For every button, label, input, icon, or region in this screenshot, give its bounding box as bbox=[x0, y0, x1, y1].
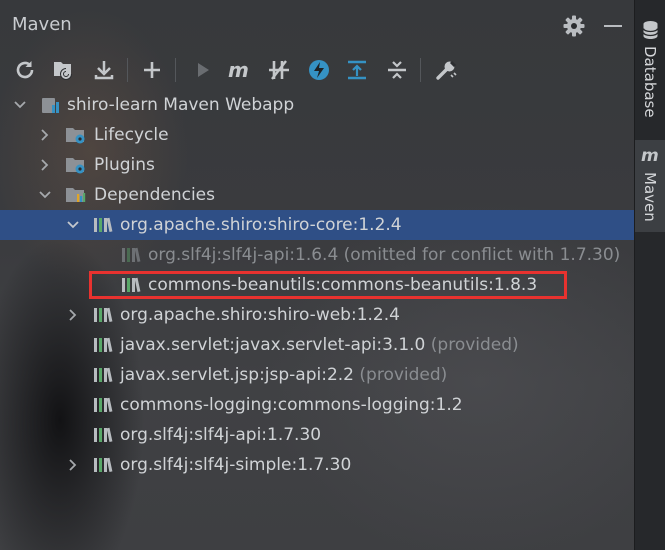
tree-node-label: org.apache.shiro:shiro-web:1.2.4 bbox=[120, 305, 400, 325]
database-icon bbox=[642, 21, 659, 39]
tree-node-label: org.slf4j:slf4j-simple:1.7.30 bbox=[120, 455, 352, 475]
generate-sources-icon[interactable] bbox=[50, 56, 78, 84]
tab-label: Maven bbox=[641, 172, 659, 222]
folder-gear-icon bbox=[66, 158, 85, 174]
tree-node-project[interactable]: shiro-learn Maven Webapp bbox=[0, 90, 634, 120]
annotation-highlight-box bbox=[89, 271, 567, 299]
library-icon bbox=[94, 217, 113, 233]
scope-label: (provided) bbox=[359, 365, 448, 385]
add-icon[interactable] bbox=[138, 56, 166, 84]
tree-node-label: shiro-learn Maven Webapp bbox=[67, 95, 295, 115]
scope-label: (provided) bbox=[430, 335, 519, 355]
reload-icon[interactable] bbox=[11, 56, 39, 84]
chevron-right-icon[interactable] bbox=[38, 128, 52, 142]
tool-window-header: Maven bbox=[0, 0, 634, 48]
library-icon bbox=[94, 337, 113, 353]
tree-node-label: javax.servlet.jsp:jsp-api:2.2 (provided) bbox=[120, 360, 447, 390]
library-icon bbox=[94, 427, 113, 443]
toolbar-separator bbox=[127, 58, 128, 82]
folder-dependencies-icon bbox=[66, 188, 86, 202]
dependency-slf4j-simple[interactable]: org.slf4j:slf4j-simple:1.7.30 bbox=[0, 450, 634, 480]
tree-node-label: Dependencies bbox=[94, 185, 215, 205]
maven-module-icon bbox=[42, 98, 59, 113]
folder-gear-icon bbox=[66, 128, 85, 144]
toolbar-separator bbox=[420, 58, 421, 82]
tree-node-plugins[interactable]: Plugins bbox=[0, 150, 634, 180]
chevron-down-icon[interactable] bbox=[38, 188, 52, 202]
artifact-name: javax.servlet.jsp:jsp-api:2.2 bbox=[120, 365, 354, 385]
chevron-down-icon[interactable] bbox=[66, 218, 80, 232]
dependency-slf4j-api-omitted[interactable]: org.slf4j:slf4j-api:1.6.4 (omitted for c… bbox=[0, 240, 634, 270]
chevron-right-icon[interactable] bbox=[66, 458, 80, 472]
gear-icon[interactable] bbox=[562, 14, 586, 38]
chevron-right-icon[interactable] bbox=[38, 158, 52, 172]
skip-tests-icon[interactable] bbox=[305, 56, 333, 84]
library-icon bbox=[94, 367, 113, 383]
dependency-shiro-core[interactable]: org.apache.shiro:shiro-core:1.2.4 bbox=[0, 210, 634, 240]
maven-tool-window: Maven m shiro-learn Maven Webapp Lifecyc… bbox=[0, 0, 634, 550]
collapse-all-icon[interactable] bbox=[383, 56, 411, 84]
tree-node-dependencies[interactable]: Dependencies bbox=[0, 180, 634, 210]
tree-node-label: Lifecycle bbox=[94, 125, 169, 145]
dependency-slf4j-api[interactable]: org.slf4j:slf4j-api:1.7.30 bbox=[0, 420, 634, 450]
run-icon[interactable] bbox=[189, 56, 217, 84]
library-icon bbox=[94, 397, 113, 413]
settings-icon[interactable] bbox=[432, 56, 460, 84]
tree-node-label: org.slf4j:slf4j-api:1.7.30 bbox=[120, 425, 322, 445]
show-dependencies-icon[interactable] bbox=[343, 56, 371, 84]
toggle-offline-icon[interactable] bbox=[265, 56, 293, 84]
tab-maven[interactable]: m Maven bbox=[635, 140, 665, 232]
download-icon[interactable] bbox=[90, 56, 118, 84]
dependency-servlet-api[interactable]: javax.servlet:javax.servlet-api:3.1.0 (p… bbox=[0, 330, 634, 360]
right-tool-stripe: Database m Maven bbox=[634, 0, 665, 550]
tree-node-lifecycle[interactable]: Lifecycle bbox=[0, 120, 634, 150]
minimize-icon[interactable] bbox=[604, 25, 622, 27]
chevron-right-icon[interactable] bbox=[66, 308, 80, 322]
tree-node-label: Plugins bbox=[94, 155, 155, 175]
chevron-down-icon[interactable] bbox=[13, 98, 27, 112]
tab-database[interactable]: Database bbox=[635, 14, 665, 122]
execute-goal-icon[interactable]: m bbox=[226, 56, 254, 84]
library-icon bbox=[122, 247, 141, 263]
tree-node-label: javax.servlet:javax.servlet-api:3.1.0 (p… bbox=[120, 330, 519, 360]
svg-text:m: m bbox=[228, 59, 249, 81]
artifact-name: javax.servlet:javax.servlet-api:3.1.0 bbox=[120, 335, 426, 355]
tree-node-label: org.apache.shiro:shiro-core:1.2.4 bbox=[120, 215, 402, 235]
maven-toolbar: m bbox=[0, 52, 634, 88]
tree-node-label: org.slf4j:slf4j-api:1.6.4 (omitted for c… bbox=[148, 245, 621, 265]
panel-title: Maven bbox=[12, 14, 72, 35]
library-icon bbox=[94, 307, 113, 323]
dependency-commons-logging[interactable]: commons-logging:commons-logging:1.2 bbox=[0, 390, 634, 420]
dependency-jsp-api[interactable]: javax.servlet.jsp:jsp-api:2.2 (provided) bbox=[0, 360, 634, 390]
svg-text:m: m bbox=[641, 146, 659, 164]
library-icon bbox=[94, 457, 113, 473]
tree-node-label: commons-logging:commons-logging:1.2 bbox=[120, 395, 463, 415]
maven-icon: m bbox=[641, 146, 659, 164]
toolbar-separator bbox=[175, 58, 176, 82]
dependency-shiro-web[interactable]: org.apache.shiro:shiro-web:1.2.4 bbox=[0, 300, 634, 330]
tab-label: Database bbox=[641, 46, 659, 118]
